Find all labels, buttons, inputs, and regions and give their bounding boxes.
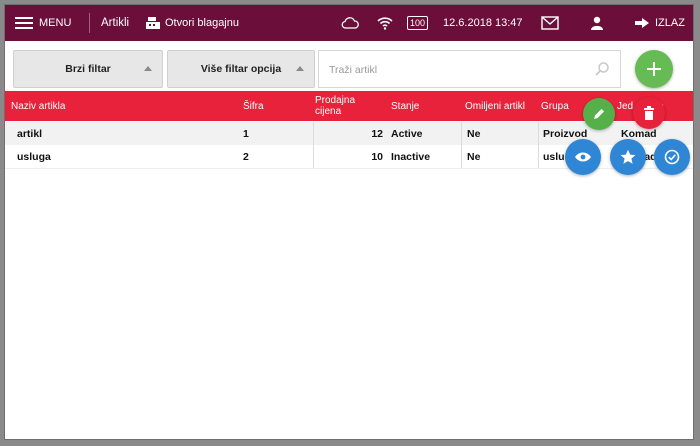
trash-icon (644, 106, 654, 120)
more-filters-label: Više filtar opcija (200, 63, 282, 75)
battery-icon: 100 (407, 5, 429, 41)
eye-icon (575, 152, 591, 162)
activate-button[interactable] (654, 139, 690, 175)
favorite-button[interactable] (610, 139, 646, 175)
add-item-button[interactable] (635, 50, 673, 88)
open-register-label: Otvori blagajnu (165, 17, 239, 29)
section-title: Artikli (101, 17, 130, 29)
cell-status: Inactive (391, 150, 431, 163)
pencil-icon (594, 109, 604, 119)
cell-name: artikl (17, 127, 43, 140)
more-filters-button[interactable]: Više filtar opcija (167, 50, 315, 88)
col-header-favorite[interactable]: Omiljeni artikl (465, 91, 539, 121)
delete-button[interactable] (633, 97, 665, 129)
quick-filter-button[interactable]: Brzi filtar (13, 50, 163, 88)
view-button[interactable] (565, 139, 601, 175)
search-icon[interactable] (594, 61, 610, 77)
wifi-icon (377, 5, 393, 41)
open-register-button[interactable]: Otvori blagajnu (145, 5, 239, 41)
col-header-name[interactable]: Naziv artikla (11, 91, 211, 121)
hamburger-icon (15, 17, 33, 29)
top-bar: MENU Artikli Otvori blagajnu 100 12.6.20… (5, 5, 693, 41)
search-box (318, 50, 621, 88)
caret-up-icon (144, 66, 152, 71)
quick-filter-label: Brzi filtar (65, 63, 111, 75)
menu-label: MENU (39, 17, 72, 29)
cash-register-icon (146, 17, 160, 29)
col-header-status[interactable]: Stanje (391, 91, 451, 121)
exit-label: IZLAZ (655, 17, 685, 29)
edit-button[interactable] (583, 98, 615, 130)
user-icon[interactable] (590, 5, 604, 41)
col-header-price[interactable]: Prodajna cijena (315, 91, 373, 121)
search-input[interactable] (327, 60, 581, 80)
mail-icon[interactable] (541, 5, 559, 41)
cell-favorite: Ne (467, 150, 481, 163)
cloud-icon[interactable] (341, 5, 359, 41)
cell-name: usluga (17, 150, 51, 163)
arrow-right-icon (635, 18, 649, 28)
plus-icon (647, 62, 661, 76)
cell-price: 10 (371, 150, 383, 163)
cell-code: 1 (243, 127, 249, 140)
star-icon (620, 149, 636, 164)
cell-status: Active (391, 127, 423, 140)
col-header-code[interactable]: Šifra (243, 91, 293, 121)
cell-favorite: Ne (467, 127, 481, 140)
check-circle-icon (664, 149, 680, 165)
exit-button[interactable]: IZLAZ (635, 5, 685, 41)
caret-up-icon (296, 66, 304, 71)
menu-button[interactable]: MENU (15, 5, 71, 41)
cell-price: 12 (371, 127, 383, 140)
datetime: 12.6.2018 13:47 (443, 17, 523, 29)
app-window: MENU Artikli Otvori blagajnu 100 12.6.20… (4, 4, 694, 440)
cell-code: 2 (243, 150, 249, 163)
